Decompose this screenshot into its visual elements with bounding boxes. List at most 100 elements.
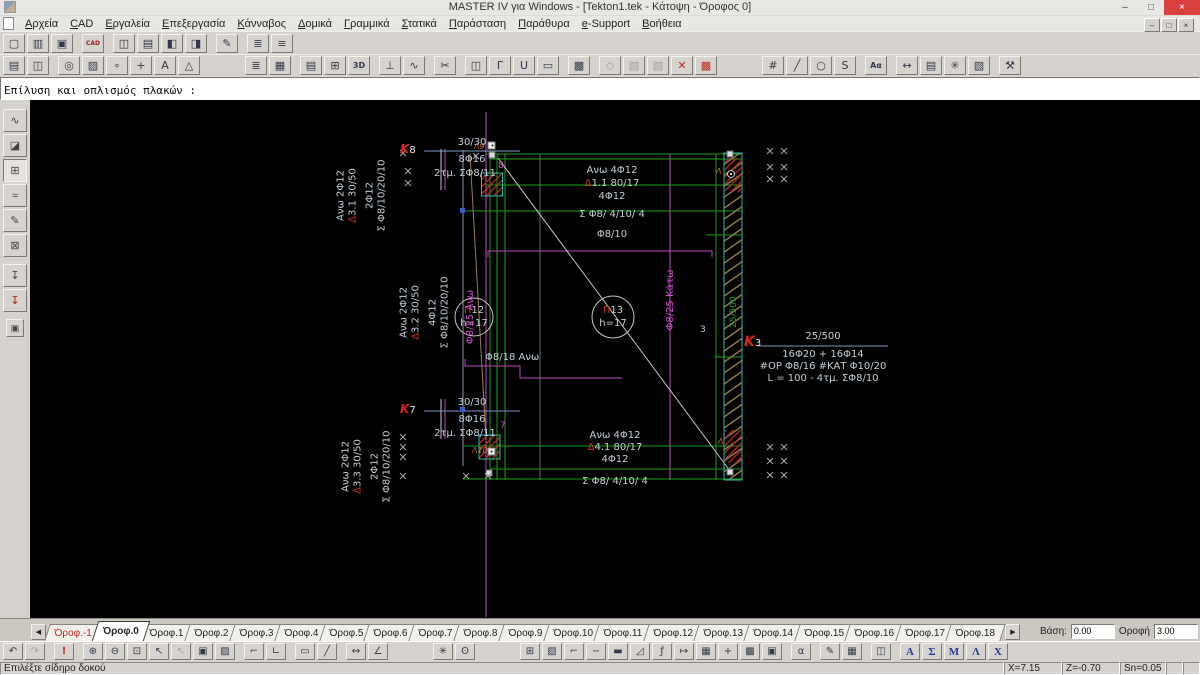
cad-mode-button[interactable]: CAD [82, 33, 104, 53]
pan-hand-button[interactable]: ◇ [599, 56, 621, 76]
circle-tool-button[interactable]: ○ [810, 56, 832, 76]
project-window-button[interactable]: ▤ [3, 56, 25, 76]
menu-windows[interactable]: Παράθυρα [513, 17, 575, 31]
picker-down-button[interactable]: ↧ [3, 289, 27, 313]
wall-side-button[interactable]: ⌐ [244, 643, 264, 661]
table-view-button[interactable]: ▦ [842, 643, 862, 661]
picker-up-button[interactable]: ↧ [3, 264, 27, 288]
protractor-button[interactable]: ∠ [368, 643, 388, 661]
table-edit-button[interactable]: ✎ [820, 643, 840, 661]
tab-orof-0[interactable]: Όροφ.0 [91, 620, 151, 641]
select-button[interactable]: ↖ [149, 643, 169, 661]
drawing-canvas[interactable]: K8 30/30 8Φ16 2τμ. ΣΦ8/11 K7 30/30 8Φ16 … [30, 100, 1200, 619]
menu-structural[interactable]: Δομικά [293, 17, 337, 31]
fan-button[interactable]: ✳ [944, 56, 966, 76]
mini-props-button[interactable]: ▣ [6, 319, 24, 338]
slab-insert-button[interactable]: ⊞ [3, 159, 27, 183]
tools-hammer-button[interactable]: ⚒ [999, 56, 1021, 76]
copy-pages-button[interactable]: ◫ [871, 643, 891, 661]
mdi-minimize-button[interactable]: – [1144, 18, 1160, 32]
mesh-hatch-button[interactable]: ▩ [740, 643, 760, 661]
edit-pencil-button[interactable]: ✎ [216, 33, 238, 53]
menu-cad[interactable]: CAD [65, 17, 98, 31]
trim-button[interactable]: ✂ [434, 56, 456, 76]
menu-edit[interactable]: Επεξεργασία [157, 17, 230, 31]
axes-button[interactable]: + [130, 56, 152, 76]
materials-button[interactable]: ▧ [968, 56, 990, 76]
rebar-grid-button[interactable]: ⊞ [520, 643, 540, 661]
mouse-settings-button[interactable]: ʘ [455, 643, 475, 661]
origin-button[interactable]: ∘ [106, 56, 128, 76]
node-plus-button[interactable]: + [718, 643, 738, 661]
frame-box-button[interactable]: ▣ [762, 643, 782, 661]
storey-list-button[interactable]: ≣ [245, 56, 267, 76]
window-pair-button[interactable]: ◫ [27, 56, 49, 76]
zoom-window-button[interactable]: ⊡ [127, 643, 147, 661]
command-bar[interactable]: Επίλυση και οπλισμός πλακών : [0, 77, 1200, 101]
beam-left-button[interactable]: ⌐ [564, 643, 584, 661]
beam-solid-button[interactable]: ▬ [608, 643, 628, 661]
snap-button[interactable]: ✳ [433, 643, 453, 661]
rebar-f-button[interactable]: ƒ [652, 643, 672, 661]
panel-u-button[interactable]: U [513, 56, 535, 76]
menu-display[interactable]: Παράσταση [444, 17, 511, 31]
run-check-button[interactable]: ! [54, 643, 74, 661]
menu-esupport[interactable]: e-Support [577, 17, 635, 31]
image-view-button[interactable]: ▩ [568, 56, 590, 76]
rebar-table-button[interactable]: ▦ [696, 643, 716, 661]
note-button[interactable]: ▭ [537, 56, 559, 76]
base-input[interactable] [1070, 623, 1115, 639]
slope-panel-button[interactable]: ◿ [630, 643, 650, 661]
line-segment-button[interactable]: ╱ [317, 643, 337, 661]
slab-delete-button[interactable]: ⊠ [3, 234, 27, 258]
ref-down-button[interactable]: ▧ [647, 56, 669, 76]
rebar-hatch-button[interactable]: ▨ [542, 643, 562, 661]
grid-toggle-button[interactable]: # [762, 56, 784, 76]
menu-linear[interactable]: Γραμμικά [339, 17, 395, 31]
wall-corner-button[interactable]: ∟ [266, 643, 286, 661]
panel-corner-button[interactable]: Γ [489, 56, 511, 76]
tabs-scroll-left-button[interactable]: ◀ [31, 623, 46, 640]
measure-button[interactable]: ▭ [295, 643, 315, 661]
eraser-button[interactable]: ◪ [3, 134, 27, 158]
export-button[interactable]: ◨ [185, 33, 207, 53]
text-height-button[interactable]: A [154, 56, 176, 76]
print-small-button[interactable]: ▤ [300, 56, 322, 76]
close-button[interactable]: × [1164, 0, 1200, 15]
copy-button[interactable]: ◫ [113, 33, 135, 53]
plot-red-button[interactable]: ▩ [695, 56, 717, 76]
zoom-extents-button[interactable]: ▣ [193, 643, 213, 661]
spline-tool-button[interactable]: S [834, 56, 856, 76]
beam-minus-button[interactable]: − [586, 643, 606, 661]
redo-button[interactable]: ↷ [25, 643, 45, 661]
menu-static[interactable]: Στατικά [397, 17, 442, 31]
zoom-in-button[interactable]: ⊕ [83, 643, 103, 661]
letter-lambda-button[interactable]: Λ [966, 643, 986, 661]
letter-sigma-button[interactable]: Σ [922, 643, 942, 661]
print-preview-button[interactable]: ◧ [161, 33, 183, 53]
layers-button[interactable]: ▤ [920, 56, 942, 76]
zoom-out-button[interactable]: ⊖ [105, 643, 125, 661]
tabs-scroll-right-button[interactable]: ▶ [1005, 623, 1021, 640]
print-button[interactable]: ▤ [137, 33, 159, 53]
select-alt-button[interactable]: ↖ [171, 643, 191, 661]
slab-reinforce-button[interactable]: ✎ [3, 209, 27, 233]
snap-grid-button[interactable]: ⊞ [324, 56, 346, 76]
view-search-button[interactable]: ◎ [58, 56, 80, 76]
mdi-close-button[interactable]: × [1178, 18, 1194, 32]
alpha-box-button[interactable]: α [791, 643, 811, 661]
list-one-button[interactable]: ≣ [247, 33, 269, 53]
erase-view-button[interactable]: ▨ [82, 56, 104, 76]
ceiling-input[interactable] [1154, 623, 1198, 639]
save-file-button[interactable]: ▣ [51, 33, 73, 53]
letter-m-button[interactable]: M [944, 643, 964, 661]
menu-files[interactable]: Αρχεία [20, 17, 63, 31]
view-3d-button[interactable]: 3D [348, 56, 370, 76]
slab-merge-button[interactable]: ≈ [3, 184, 27, 208]
letter-x-button[interactable]: X [988, 643, 1008, 661]
menu-help[interactable]: Βοήθεια [637, 17, 686, 31]
menu-grid[interactable]: Κάνναβος [232, 17, 291, 31]
open-file-button[interactable]: ▥ [27, 33, 49, 53]
menu-tools[interactable]: Εργαλεία [100, 17, 155, 31]
north-button[interactable]: △ [178, 56, 200, 76]
